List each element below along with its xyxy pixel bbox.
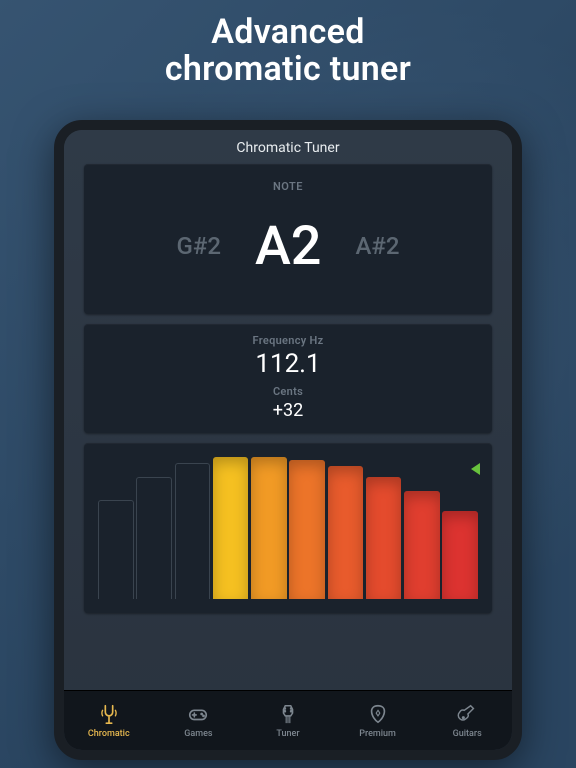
meter-bar xyxy=(213,457,249,599)
tab-bar: Chromatic Games Tuner Premium Guitars xyxy=(64,690,512,750)
promo-headline-line2: chromatic tuner xyxy=(0,51,576,88)
meter-bar xyxy=(136,477,172,599)
tuning-fork-icon xyxy=(98,702,120,726)
app-screen: Chromatic Tuner NOTE G#2 A2 A#2 Frequenc… xyxy=(64,130,512,750)
note-section-label: NOTE xyxy=(273,180,303,193)
meter-bar xyxy=(289,460,325,599)
tab-premium[interactable]: Premium xyxy=(333,691,423,750)
tab-games[interactable]: Games xyxy=(154,691,244,750)
cents-label: Cents xyxy=(273,385,303,398)
meter-bar xyxy=(175,463,211,599)
meter-bar xyxy=(251,457,287,599)
promo-headline: Advanced chromatic tuner xyxy=(0,0,576,89)
tab-label: Guitars xyxy=(453,729,482,739)
note-previous: G#2 xyxy=(177,232,221,260)
tab-label: Premium xyxy=(359,729,396,739)
tuning-meter-panel xyxy=(84,443,492,613)
cents-value: +32 xyxy=(273,400,303,421)
meter-bar xyxy=(366,477,402,599)
tab-tuner[interactable]: Tuner xyxy=(243,691,333,750)
frequency-panel: Frequency Hz 112.1 Cents +32 xyxy=(84,324,492,433)
tab-label: Tuner xyxy=(276,729,299,739)
tab-guitars[interactable]: Guitars xyxy=(422,691,512,750)
note-panel: NOTE G#2 A2 A#2 xyxy=(84,164,492,314)
meter-bar xyxy=(98,500,134,599)
tuning-meter xyxy=(98,457,478,599)
note-row: G#2 A2 A#2 xyxy=(177,215,400,278)
tablet-frame: Chromatic Tuner NOTE G#2 A2 A#2 Frequenc… xyxy=(54,120,522,760)
meter-bar xyxy=(404,491,440,599)
controller-icon xyxy=(187,702,209,726)
content-area: NOTE G#2 A2 A#2 Frequency Hz 112.1 Cents… xyxy=(64,164,512,690)
in-tune-marker-icon xyxy=(471,463,480,475)
pick-icon xyxy=(367,702,389,726)
tab-label: Chromatic xyxy=(88,729,130,739)
meter-bar xyxy=(442,511,478,599)
page-title: Chromatic Tuner xyxy=(64,130,512,164)
promo-headline-line1: Advanced xyxy=(0,14,576,51)
note-current: A2 xyxy=(255,215,322,278)
tab-chromatic[interactable]: Chromatic xyxy=(64,691,154,750)
frequency-value: 112.1 xyxy=(255,349,320,379)
frequency-label: Frequency Hz xyxy=(253,334,324,347)
tab-label: Games xyxy=(184,729,212,739)
note-next: A#2 xyxy=(355,232,399,260)
headstock-icon xyxy=(277,702,299,726)
meter-bar xyxy=(328,466,364,599)
guitar-icon xyxy=(456,702,478,726)
